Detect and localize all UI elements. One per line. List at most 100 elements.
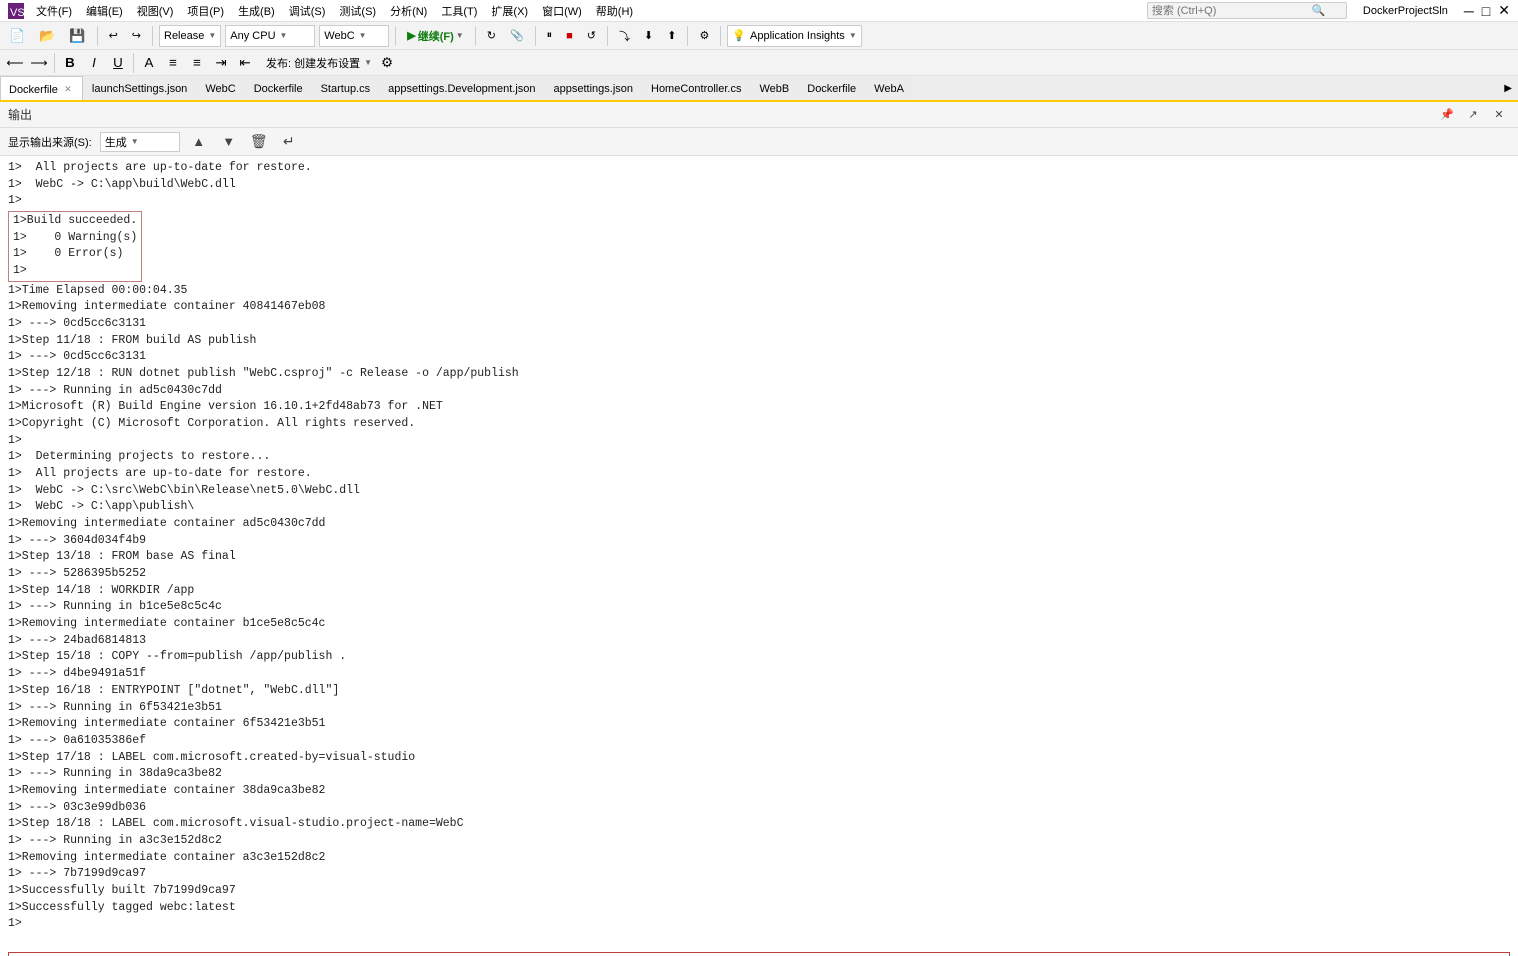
menu-file[interactable]: 文件(F): [30, 1, 78, 21]
step-over-button[interactable]: ⤵: [614, 25, 635, 47]
tab-webb[interactable]: WebB: [750, 76, 798, 100]
italic-button[interactable]: I: [83, 53, 105, 73]
tab-dockerfile-1-close[interactable]: ✕: [62, 84, 74, 96]
output-pin-button[interactable]: 📌: [1436, 105, 1458, 125]
menu-extensions[interactable]: 扩展(X): [485, 1, 534, 21]
tab-webb-label: WebB: [759, 83, 789, 95]
toolbar-sep-5: [535, 26, 536, 46]
source-dropdown-arrow-icon: ▼: [131, 137, 139, 146]
italic-icon: I: [92, 55, 96, 70]
color-button[interactable]: A: [138, 53, 160, 73]
close-button[interactable]: ✕: [1498, 2, 1510, 19]
publish-section: 发布: 创建发布设置 ▼ ⚙: [266, 53, 398, 73]
indent-button[interactable]: ⇥: [210, 53, 232, 73]
tab-launchsettings-label: launchSettings.json: [92, 83, 187, 95]
format-sep2: [133, 53, 134, 73]
format-sep: [54, 53, 55, 73]
refresh-button[interactable]: ↻: [482, 25, 501, 47]
align-left-icon: ≡: [169, 55, 177, 70]
indent-inc-button[interactable]: ⟶: [28, 53, 50, 73]
pause-button[interactable]: ⏸: [542, 25, 558, 47]
menu-view[interactable]: 视图(V): [131, 1, 180, 21]
tab-appsettings[interactable]: appsettings.json: [545, 76, 643, 100]
menu-build[interactable]: 生成(B): [232, 1, 281, 21]
menu-window[interactable]: 窗口(W): [536, 1, 588, 21]
tabs-scroll-button[interactable]: ▶: [1498, 83, 1518, 94]
menu-project[interactable]: 项目(P): [181, 1, 230, 21]
indent-icon: ⇥: [215, 55, 226, 71]
indent-dec-button[interactable]: ⟵: [4, 53, 26, 73]
tab-homecontroller[interactable]: HomeController.cs: [642, 76, 750, 100]
publish-settings-icon: ⚙: [381, 55, 393, 71]
run-button[interactable]: ▶ 继续(F) ▼: [402, 25, 468, 47]
menu-test[interactable]: 测试(S): [333, 1, 382, 21]
color-icon: A: [145, 55, 154, 70]
output-close-button[interactable]: ✕: [1488, 105, 1510, 125]
menu-help[interactable]: 帮助(H): [590, 1, 639, 21]
minimize-button[interactable]: ─: [1464, 3, 1474, 19]
output-title: 输出: [8, 106, 32, 123]
toolbar-sep-7: [687, 26, 688, 46]
new-button[interactable]: 📄: [4, 25, 30, 47]
tab-startup[interactable]: Startup.cs: [312, 76, 380, 100]
indent-dec-icon: ⟵: [6, 56, 23, 70]
diag-button[interactable]: ⚙: [694, 25, 714, 47]
attach-button[interactable]: 📎: [505, 25, 529, 47]
scroll-down-button[interactable]: ▼: [218, 132, 240, 152]
tab-dockerfile-1[interactable]: Dockerfile ✕: [0, 76, 83, 102]
bold-button[interactable]: B: [59, 53, 81, 73]
appinsights-icon: 💡: [732, 29, 746, 42]
tab-dockerfile-2-label: Dockerfile: [254, 83, 303, 95]
decrease-indent-button[interactable]: ⇤: [234, 53, 256, 73]
word-wrap-button[interactable]: ↵: [278, 132, 300, 152]
tab-appsettings-dev[interactable]: appsettings.Development.json: [379, 76, 544, 100]
publish-arrow-icon[interactable]: ▼: [364, 58, 372, 67]
platform-dropdown[interactable]: Any CPU ▼: [225, 25, 315, 47]
search-icon: 🔍: [1312, 4, 1326, 17]
tab-launchsettings[interactable]: launchSettings.json: [83, 76, 196, 100]
save-icon: 💾: [69, 28, 85, 44]
menu-bar: 文件(F) 编辑(E) 视图(V) 项目(P) 生成(B) 调试(S) 测试(S…: [30, 1, 1147, 21]
step-over-icon: ⤵: [619, 28, 630, 44]
menu-debug[interactable]: 调试(S): [283, 1, 332, 21]
menu-analyze[interactable]: 分析(N): [384, 1, 433, 21]
maximize-button[interactable]: □: [1482, 3, 1490, 19]
menu-tools[interactable]: 工具(T): [435, 1, 483, 21]
scroll-up-button[interactable]: ▲: [188, 132, 210, 152]
tab-dockerfile-2[interactable]: Dockerfile: [245, 76, 312, 100]
undo-icon: ↩: [109, 29, 118, 42]
search-box[interactable]: 🔍: [1147, 2, 1347, 19]
run-arrow-icon: ▼: [456, 31, 464, 40]
menu-edit[interactable]: 编辑(E): [80, 1, 129, 21]
tab-webc[interactable]: WebC: [196, 76, 244, 100]
window-title: DockerProjectSln: [1363, 5, 1448, 17]
output-float-button[interactable]: ↗: [1462, 105, 1484, 125]
titlebar: VS 文件(F) 编辑(E) 视图(V) 项目(P) 生成(B) 调试(S) 测…: [0, 0, 1518, 22]
align-left-button[interactable]: ≡: [162, 53, 184, 73]
underline-button[interactable]: U: [107, 53, 129, 73]
appinsights-dropdown[interactable]: 💡 Application Insights ▼: [727, 25, 861, 47]
stop-icon: ■: [566, 30, 573, 42]
tab-weba[interactable]: WebA: [865, 76, 913, 100]
project-dropdown[interactable]: WebC ▼: [319, 25, 389, 47]
clear-output-button[interactable]: 🗑: [248, 132, 270, 152]
restart-button[interactable]: ↺: [582, 25, 601, 47]
run-label: 继续(F): [418, 28, 454, 44]
new-icon: 📄: [9, 28, 25, 44]
refresh-icon: ↻: [487, 29, 496, 42]
stop-button[interactable]: ■: [561, 25, 578, 47]
configuration-dropdown[interactable]: Release ▼: [159, 25, 221, 47]
save-button[interactable]: 💾: [64, 25, 90, 47]
format-toolbar: ⟵ ⟶ B I U A ≡ ≡ ⇥ ⇤ 发布: 创建发布设置 ▼ ⚙: [0, 50, 1518, 76]
redo-button[interactable]: ↪: [127, 25, 146, 47]
output-source-dropdown[interactable]: 生成 ▼: [100, 132, 180, 152]
output-content[interactable]: 1> All projects are up-to-date for resto…: [0, 156, 1518, 956]
search-input[interactable]: [1152, 5, 1312, 17]
undo-button[interactable]: ↩: [104, 25, 123, 47]
open-button[interactable]: 📂: [34, 25, 60, 47]
align-center-button[interactable]: ≡: [186, 53, 208, 73]
step-into-button[interactable]: ⬇: [639, 25, 658, 47]
step-out-button[interactable]: ⬆: [662, 25, 681, 47]
publish-settings-button[interactable]: ⚙: [376, 53, 398, 73]
tab-dockerfile-3[interactable]: Dockerfile: [798, 76, 865, 100]
